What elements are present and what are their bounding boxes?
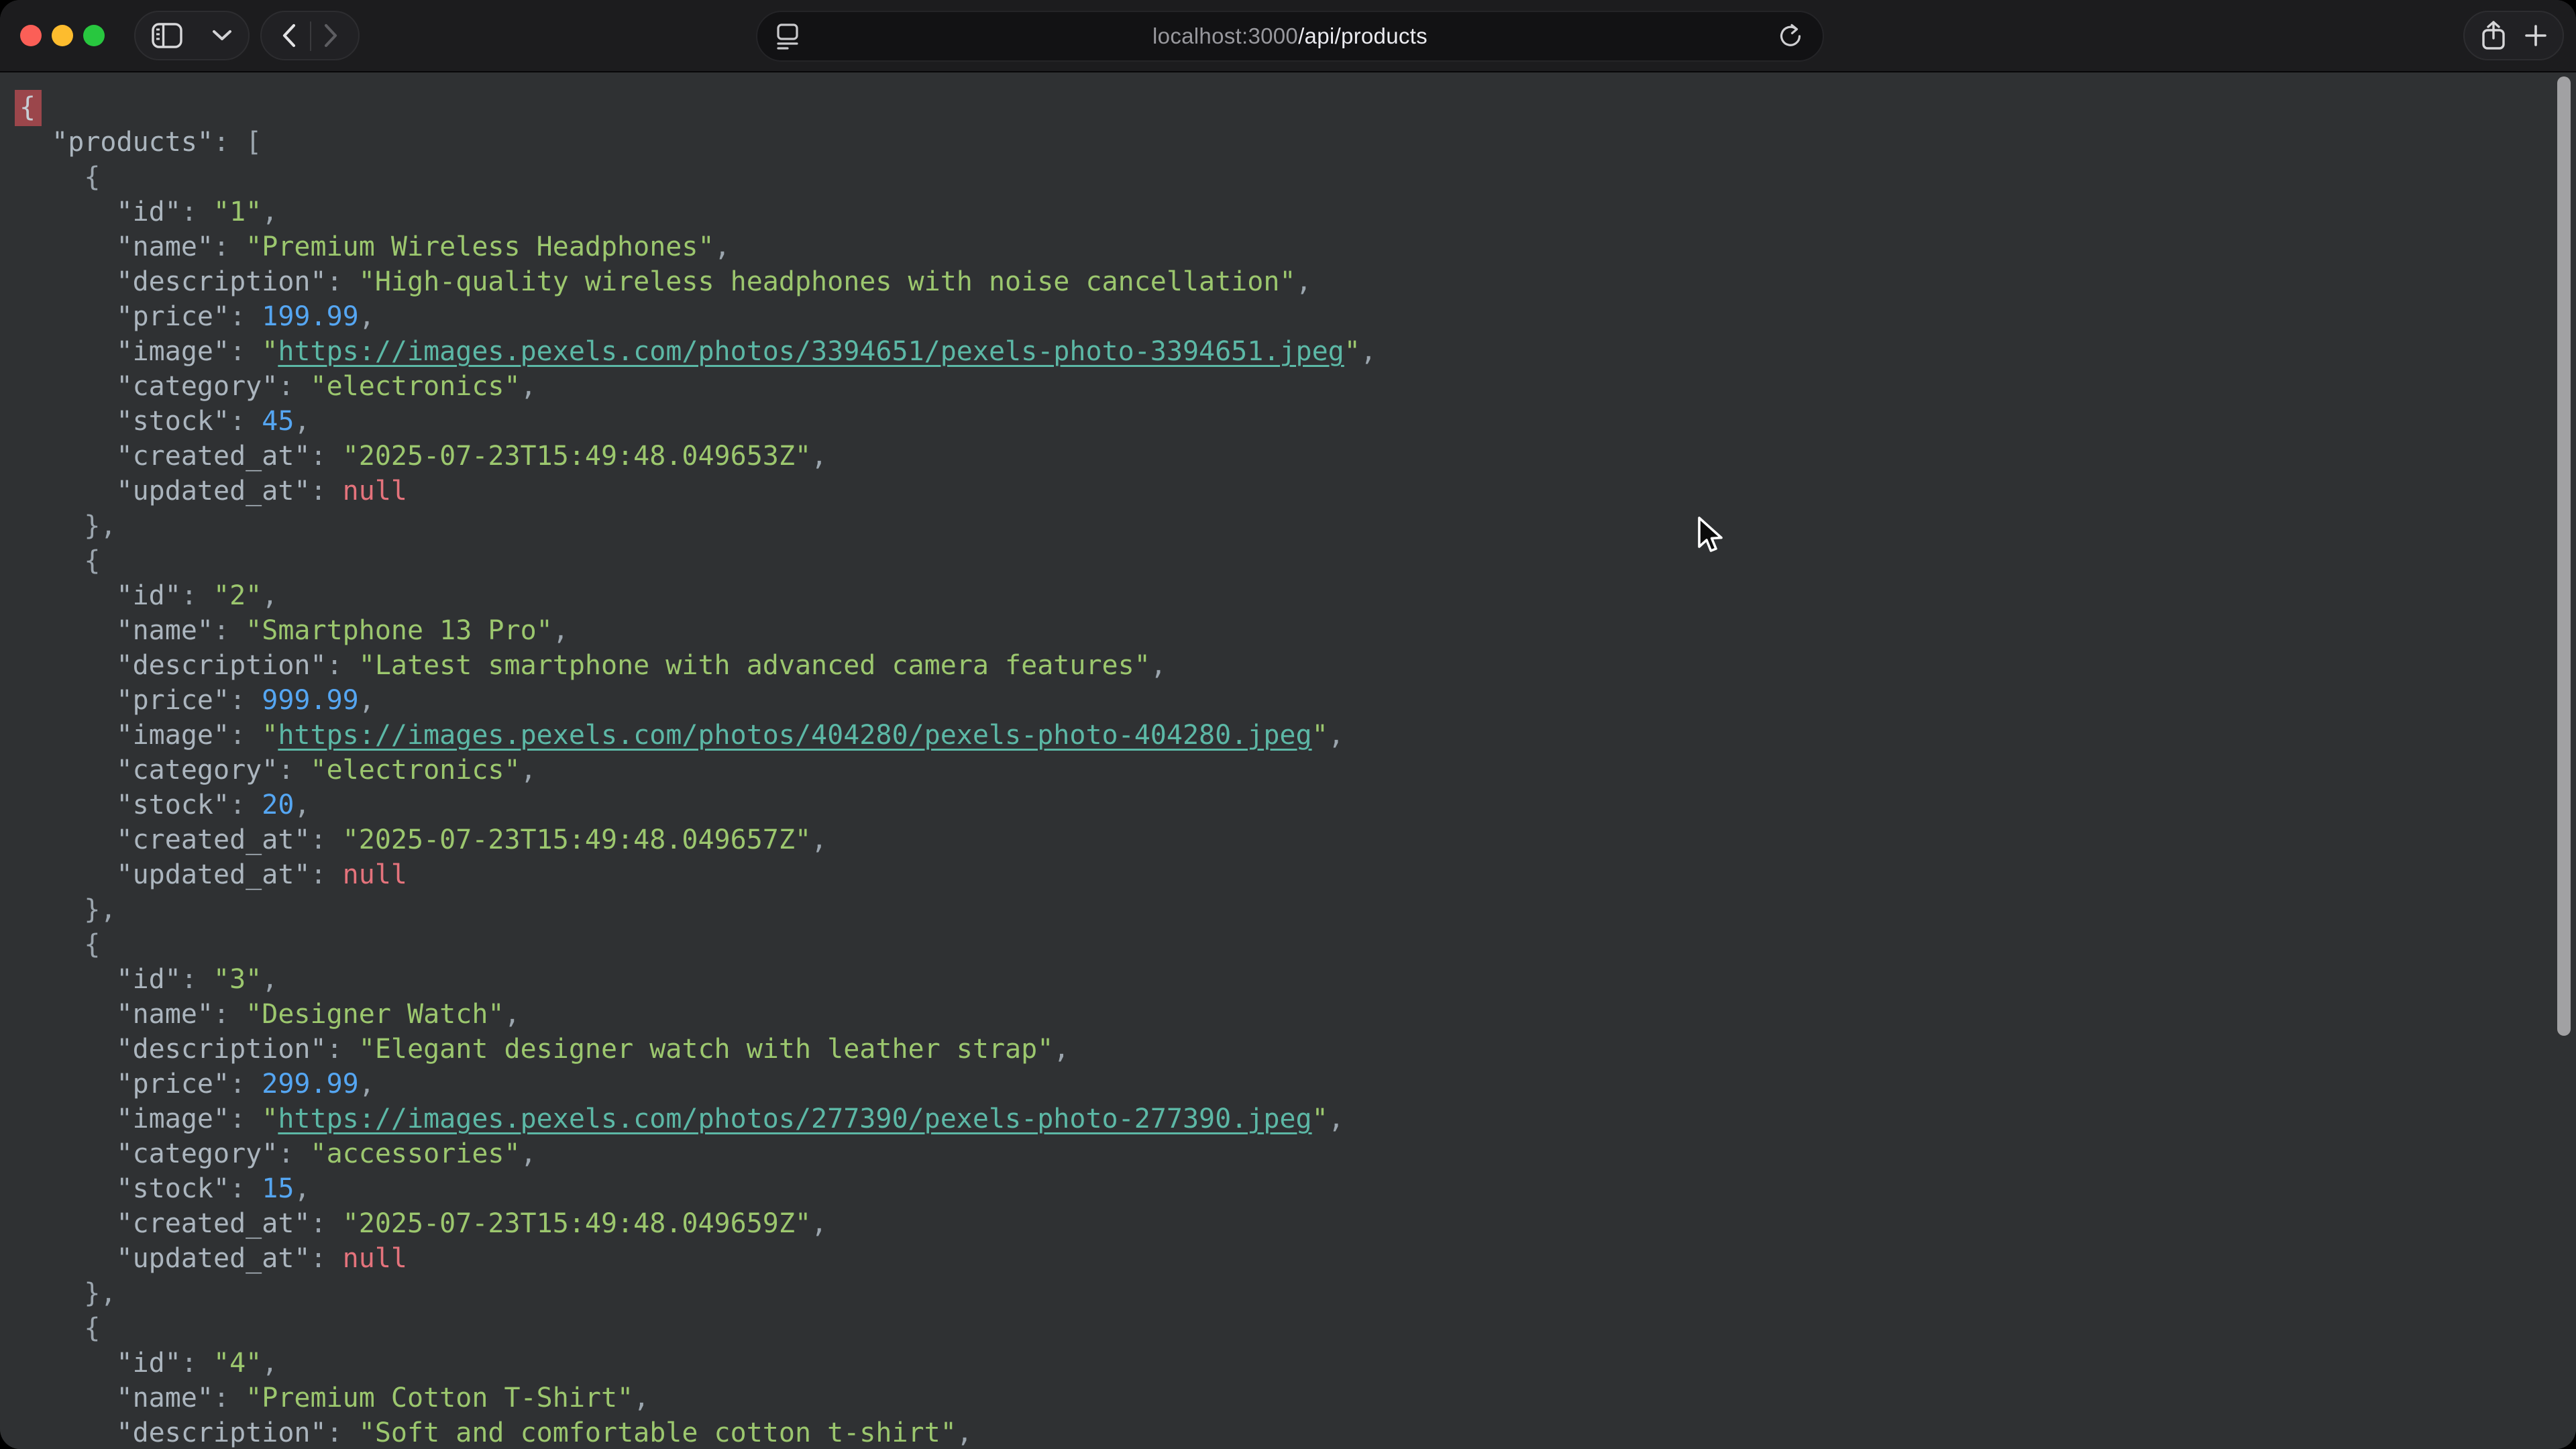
url-host: localhost:3000 (1152, 23, 1298, 48)
json-line: "description": "Elegant designer watch w… (19, 1032, 2576, 1067)
json-line: "name": "Premium Cotton T-Shirt", (19, 1381, 2576, 1415)
vertical-scrollbar[interactable] (2557, 76, 2571, 1036)
url-text: localhost:3000/api/products (757, 23, 1823, 49)
json-line: "name": "Smartphone 13 Pro", (19, 613, 2576, 648)
json-line: }, (19, 508, 2576, 543)
json-line: "name": "Designer Watch", (19, 997, 2576, 1032)
json-line: "image": "https://images.pexels.com/phot… (19, 1102, 2576, 1136)
image-url-link[interactable]: https://images.pexels.com/photos/277390/… (278, 1104, 1311, 1134)
json-body: { "products": [ { "id": "1", "name": "Pr… (0, 72, 2576, 1449)
actions-button-group (2463, 11, 2564, 60)
json-line: "id": "4", (19, 1346, 2576, 1381)
json-line: "image": "https://images.pexels.com/phot… (19, 334, 2576, 369)
json-line: "stock": 20, (19, 788, 2576, 822)
close-window-button[interactable] (20, 25, 42, 46)
browser-toolbar: localhost:3000/api/products (0, 0, 2576, 72)
navigation-button-group (260, 11, 360, 60)
json-line: { (19, 543, 2576, 578)
reload-icon[interactable] (1777, 23, 1804, 50)
json-line: "name": "Premium Wireless Headphones", (19, 229, 2576, 264)
json-line: "id": "1", (19, 195, 2576, 229)
json-root-brace: { (19, 90, 2576, 125)
json-line: "stock": 45, (19, 404, 2576, 439)
json-line: "updated_at": null (19, 474, 2576, 508)
json-line: "created_at": "2025-07-23T15:49:48.04965… (19, 822, 2576, 857)
json-line: }, (19, 892, 2576, 927)
json-line: "image": "https://images.pexels.com/phot… (19, 718, 2576, 753)
chevron-down-icon[interactable] (212, 30, 232, 42)
json-line: "stock": 15, (19, 1171, 2576, 1206)
url-path: /api/products (1298, 23, 1428, 48)
zoom-window-button[interactable] (83, 25, 105, 46)
page-format-icon[interactable] (776, 23, 799, 50)
json-line: "description": "Latest smartphone with a… (19, 648, 2576, 683)
url-field[interactable]: localhost:3000/api/products (756, 11, 1824, 62)
json-line: "id": "2", (19, 578, 2576, 613)
json-line: "updated_at": null (19, 1241, 2576, 1276)
share-icon[interactable] (2481, 20, 2506, 51)
json-line: { (19, 927, 2576, 962)
new-tab-icon[interactable] (2524, 24, 2547, 47)
json-line: "updated_at": null (19, 857, 2576, 892)
json-line: }, (19, 1276, 2576, 1311)
json-line: "products": [ (19, 125, 2576, 160)
image-url-link[interactable]: https://images.pexels.com/photos/404280/… (278, 720, 1311, 751)
back-icon[interactable] (281, 23, 297, 48)
traffic-lights (20, 25, 105, 46)
mouse-cursor (1693, 515, 1724, 560)
sidebar-button-group (134, 11, 250, 60)
safari-window: localhost:3000/api/products (0, 0, 2576, 1449)
page-content: { "products": [ { "id": "1", "name": "Pr… (0, 72, 2576, 1449)
json-line: "created_at": "2025-07-23T15:49:48.04965… (19, 1206, 2576, 1241)
forward-icon[interactable] (323, 23, 339, 48)
json-line: "price": 299.99, (19, 1067, 2576, 1102)
json-line: "description": "Soft and comfortable cot… (19, 1415, 2576, 1449)
json-line: { (19, 1311, 2576, 1346)
json-line: "category": "electronics", (19, 369, 2576, 404)
image-url-link[interactable]: https://images.pexels.com/photos/3394651… (278, 336, 1344, 367)
minimize-window-button[interactable] (52, 25, 73, 46)
json-line: "id": "3", (19, 962, 2576, 997)
json-line: "category": "electronics", (19, 753, 2576, 788)
json-line: "price": 999.99, (19, 683, 2576, 718)
nav-divider (310, 21, 311, 51)
json-line: "category": "accessories", (19, 1136, 2576, 1171)
sidebar-icon[interactable] (152, 23, 182, 48)
json-line: "description": "High-quality wireless he… (19, 264, 2576, 299)
json-line: "created_at": "2025-07-23T15:49:48.04965… (19, 439, 2576, 474)
json-line: { (19, 160, 2576, 195)
json-line: "price": 199.99, (19, 299, 2576, 334)
